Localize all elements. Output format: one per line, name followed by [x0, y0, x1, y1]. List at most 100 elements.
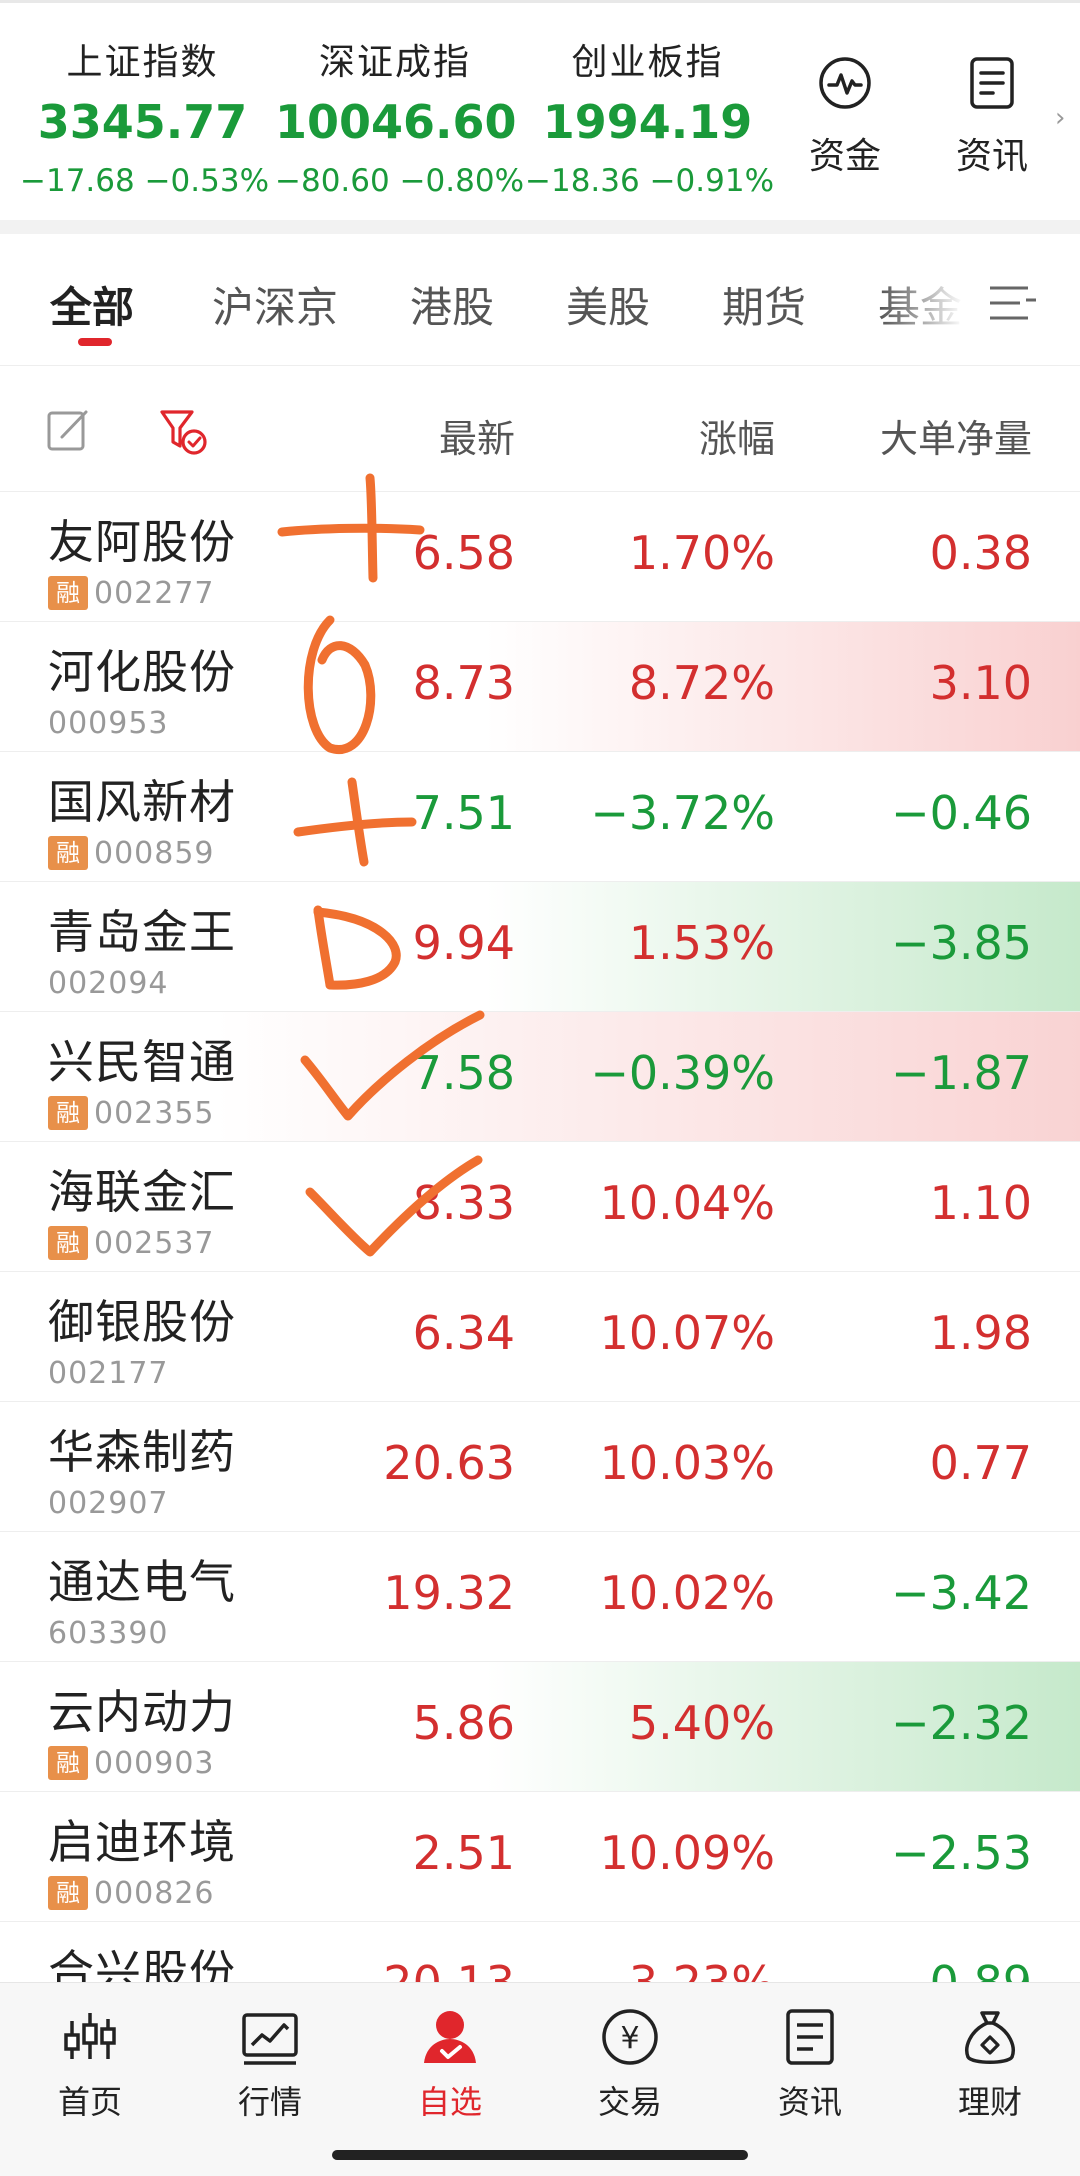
filter-icon[interactable] [158, 406, 208, 456]
chevron-right-icon[interactable]: › [1055, 103, 1065, 133]
nav-label: 资讯 [777, 2083, 842, 2121]
stock-code: 000903 [94, 1745, 215, 1781]
nav-home[interactable]: 首页 [20, 2007, 160, 2123]
stock-name: 兴民智通 [48, 1035, 236, 1089]
stock-row[interactable]: 合兴股份 20.13 3.23% −0.89 [0, 1922, 1080, 1982]
nav-label: 交易 [597, 2083, 662, 2121]
stock-row[interactable]: 华森制药 002907 20.63 10.03% 0.77 [0, 1402, 1080, 1532]
stock-row[interactable]: 海联金汇 融 002537 8.33 10.04% 1.10 [0, 1142, 1080, 1272]
index-change: −17.68 −0.53% [20, 163, 270, 199]
stock-change-pct: 1.53% [628, 916, 775, 970]
stock-net-flow: 0.38 [929, 526, 1032, 580]
stock-name: 河化股份 [48, 645, 236, 699]
column-change-pct[interactable]: 涨幅 [699, 408, 775, 463]
stock-row[interactable]: 兴民智通 融 002355 7.58 −0.39% −1.87 [0, 1012, 1080, 1142]
index-value: 1994.19 [542, 95, 753, 149]
stock-change-pct: 10.04% [599, 1176, 775, 1230]
stock-change-pct: 10.03% [599, 1436, 775, 1490]
index-chinext[interactable]: 创业板指 1994.19 −18.36 −0.91% [525, 33, 774, 199]
stock-row[interactable]: 通达电气 603390 19.32 10.02% −3.42 [0, 1532, 1080, 1662]
nav-news[interactable]: 资讯 [740, 2007, 880, 2123]
stock-row[interactable]: 云内动力 融 000903 5.86 5.40% −2.32 [0, 1662, 1080, 1792]
tab-us-stocks[interactable]: 美股 [566, 274, 650, 335]
column-latest-price[interactable]: 最新 [439, 408, 515, 463]
edit-icon[interactable] [46, 408, 90, 452]
stock-name: 华森制药 [48, 1425, 236, 1479]
margin-badge: 融 [48, 1226, 88, 1260]
index-value: 10046.60 [275, 95, 517, 149]
funds-button[interactable]: 资金 [785, 53, 905, 179]
stock-row[interactable]: 青岛金王 002094 9.94 1.53% −3.85 [0, 882, 1080, 1012]
index-value: 3345.77 [37, 95, 248, 149]
stock-row[interactable]: 国风新材 融 000859 7.51 −3.72% −0.46 [0, 752, 1080, 882]
index-name: 创业板指 [571, 42, 724, 83]
stock-row[interactable]: 友阿股份 融 002277 6.58 1.70% 0.38 [0, 492, 1080, 622]
column-net-flow[interactable]: 大单净量 [880, 408, 1032, 463]
funds-label: 资金 [808, 136, 881, 177]
stock-net-flow: −0.46 [891, 786, 1032, 840]
stock-net-flow: 0.77 [929, 1436, 1032, 1490]
nav-market[interactable]: 行情 [200, 2007, 340, 2123]
nav-label: 行情 [237, 2083, 302, 2121]
money-bag-icon [965, 2011, 1015, 2064]
margin-badge: 融 [48, 576, 88, 610]
home-indicator[interactable] [332, 2150, 748, 2160]
menu-icon[interactable] [988, 278, 1038, 328]
stock-list: 友阿股份 融 002277 6.58 1.70% 0.38 河化股份 000953… [0, 492, 1080, 1982]
index-bar: 上证指数 3345.77 −17.68 −0.53% 深证成指 10046.60… [0, 0, 1080, 220]
stock-price: 5.86 [412, 1696, 515, 1750]
pulse-circle-icon [819, 57, 871, 109]
stock-name: 合兴股份 [48, 1945, 236, 1982]
stock-net-flow: −3.42 [891, 1566, 1032, 1620]
document-icon [970, 57, 1014, 109]
stock-price: 7.51 [412, 786, 515, 840]
candlestick-icon [64, 2013, 116, 2059]
divider [0, 220, 1080, 234]
tab-fade [880, 234, 1000, 365]
stock-net-flow: −3.85 [891, 916, 1032, 970]
market-tabs: 全部 沪深京 港股 美股 期货 基金 [0, 234, 1080, 366]
stock-row[interactable]: 河化股份 000953 8.73 8.72% 3.10 [0, 622, 1080, 752]
news-label: 资讯 [955, 136, 1028, 177]
tab-futures[interactable]: 期货 [722, 274, 806, 335]
stock-price: 8.73 [412, 656, 515, 710]
stock-net-flow: −2.32 [891, 1696, 1032, 1750]
stock-price: 2.51 [412, 1826, 515, 1880]
stock-price: 6.58 [412, 526, 515, 580]
nav-wealth[interactable]: 理财 [920, 2007, 1060, 2123]
stock-code: 002537 [94, 1225, 215, 1261]
nav-trade[interactable]: ¥ 交易 [560, 2007, 700, 2123]
active-tab-indicator [78, 338, 112, 346]
stock-price: 20.63 [383, 1436, 515, 1490]
stock-change-pct: 10.02% [599, 1566, 775, 1620]
stock-name: 通达电气 [48, 1555, 236, 1609]
tab-hk-stocks[interactable]: 港股 [410, 274, 494, 335]
index-shanghai[interactable]: 上证指数 3345.77 −17.68 −0.53% [20, 33, 270, 199]
stock-price: 19.32 [383, 1566, 515, 1620]
tab-hu-shen-jing[interactable]: 沪深京 [212, 274, 338, 335]
stock-name: 启迪环境 [48, 1815, 236, 1869]
index-name: 深证成指 [318, 42, 471, 83]
margin-badge: 融 [48, 1746, 88, 1780]
stock-name: 国风新材 [48, 775, 236, 829]
stock-code: 603390 [48, 1615, 169, 1651]
stock-code: 002277 [94, 575, 215, 611]
stock-name: 云内动力 [48, 1685, 236, 1739]
stock-change-pct: −3.72% [590, 786, 775, 840]
user-check-icon [424, 2011, 476, 2063]
stock-row[interactable]: 启迪环境 融 000826 2.51 10.09% −2.53 [0, 1792, 1080, 1922]
stock-net-flow: −2.53 [891, 1826, 1032, 1880]
stock-change-pct: 10.07% [599, 1306, 775, 1360]
tab-all[interactable]: 全部 [50, 274, 134, 335]
margin-badge: 融 [48, 836, 88, 870]
stock-net-flow: 1.10 [929, 1176, 1032, 1230]
news-icon [786, 2009, 834, 2065]
stock-row[interactable]: 御银股份 002177 6.34 10.07% 1.98 [0, 1272, 1080, 1402]
stock-name: 青岛金王 [48, 905, 236, 959]
nav-watchlist[interactable]: 自选 [380, 2007, 520, 2123]
news-button[interactable]: 资讯 [932, 53, 1052, 179]
index-shenzhen[interactable]: 深证成指 10046.60 −80.60 −0.80% [275, 33, 524, 199]
margin-badge: 融 [48, 1876, 88, 1910]
stock-code: 000859 [94, 835, 215, 871]
stock-net-flow: 3.10 [929, 656, 1032, 710]
